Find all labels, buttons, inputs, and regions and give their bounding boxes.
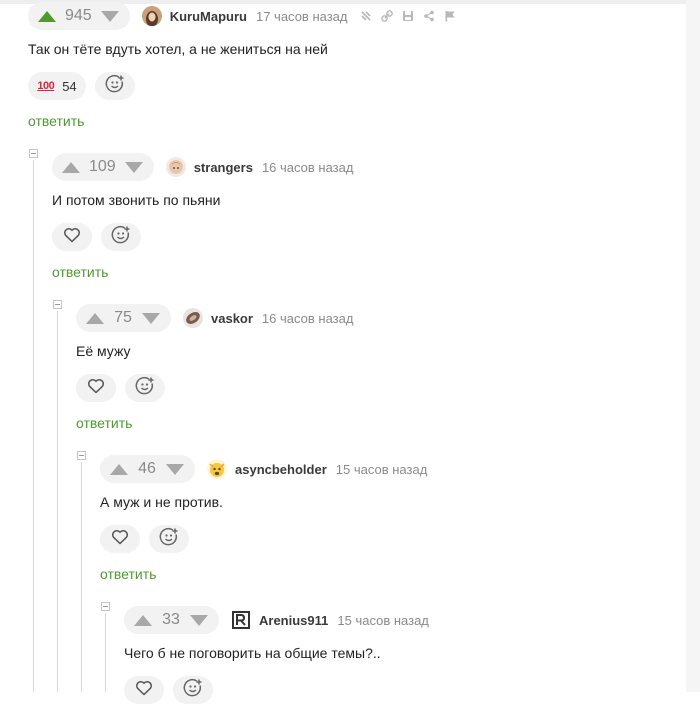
add-reaction-button[interactable] <box>125 374 165 402</box>
author-name[interactable]: Arenius911 <box>259 613 328 628</box>
upvote-icon[interactable] <box>86 312 104 324</box>
rating-count: 109 <box>89 158 116 175</box>
thread-line-4 <box>105 613 106 692</box>
smiley-plus-icon <box>135 376 155 401</box>
thread-line-1 <box>33 160 34 692</box>
smiley-plus-icon <box>105 74 125 99</box>
downvote-icon[interactable] <box>142 312 160 324</box>
author-name[interactable]: strangers <box>194 160 253 175</box>
comment-text: А муж и не против. <box>100 494 223 510</box>
heart-icon <box>111 529 129 550</box>
author-name[interactable]: KuruMapuru <box>170 9 247 24</box>
comment-header: 33 Arenius911 15 часов назад <box>124 606 429 634</box>
rating-count: 46 <box>138 460 156 477</box>
add-reaction-button[interactable] <box>149 525 189 553</box>
downvote-icon[interactable] <box>190 614 208 626</box>
like-button[interactable] <box>76 374 116 402</box>
comment-header: 945 KuruMapuru 17 часов назад <box>28 2 456 30</box>
smiley-plus-icon <box>159 527 179 552</box>
comment-tools <box>360 10 456 22</box>
rating-control: 75 <box>76 304 171 332</box>
comment-5: 33 Arenius911 15 часов назад Чего б не п… <box>124 606 429 704</box>
smiley-plus-icon <box>183 678 203 703</box>
avatar[interactable] <box>231 610 251 630</box>
branch-icon[interactable] <box>360 10 372 22</box>
downvote-icon[interactable] <box>166 463 184 475</box>
upvote-icon[interactable] <box>134 614 152 626</box>
comment-header: 75 vaskor 16 часов назад <box>76 304 353 332</box>
comment-time[interactable]: 16 часов назад <box>262 311 354 326</box>
upvote-icon[interactable] <box>38 10 56 22</box>
reply-link[interactable]: ответить <box>100 566 427 582</box>
comment-3: 75 vaskor 16 часов назад Её мужу ответит… <box>76 304 353 431</box>
save-icon[interactable] <box>402 10 414 22</box>
upvote-icon[interactable] <box>110 463 128 475</box>
collapse-button-2[interactable] <box>53 300 62 309</box>
comment-time[interactable]: 17 часов назад <box>256 9 348 24</box>
add-reaction-button[interactable] <box>95 72 135 100</box>
avatar[interactable] <box>141 6 162 26</box>
like-button[interactable] <box>100 525 140 553</box>
downvote-icon[interactable] <box>124 161 143 173</box>
rating-count: 945 <box>65 7 92 24</box>
reply-link[interactable]: ответить <box>76 415 353 431</box>
comment-actions: 100 54 <box>28 72 456 100</box>
heart-icon <box>63 227 81 248</box>
avatar[interactable] <box>183 308 203 328</box>
collapse-button-3[interactable] <box>77 451 86 460</box>
thread-line-3 <box>81 462 82 692</box>
reaction-count: 54 <box>62 78 77 94</box>
comment-actions <box>52 223 353 251</box>
hundred-points-icon: 100 <box>37 80 55 92</box>
rating-control: 945 <box>28 2 130 30</box>
downvote-icon[interactable] <box>100 10 119 22</box>
like-button[interactable] <box>52 223 92 251</box>
upvote-icon[interactable] <box>62 161 80 173</box>
comment-header: 109 strangers 16 часов назад <box>52 153 353 181</box>
collapse-button-4[interactable] <box>101 602 110 611</box>
heart-icon <box>135 680 153 701</box>
like-button[interactable] <box>124 676 164 704</box>
avatar[interactable] <box>165 157 186 177</box>
flag-icon[interactable] <box>444 10 456 22</box>
share-icon[interactable] <box>423 10 435 22</box>
rating-control: 109 <box>52 153 154 181</box>
link-icon[interactable] <box>380 10 393 22</box>
comment-1: 945 KuruMapuru 17 часов назад Так он тёт… <box>28 2 456 129</box>
comment-time[interactable]: 15 часов назад <box>336 462 428 477</box>
smiley-plus-icon <box>111 225 131 250</box>
comment-time[interactable]: 16 часов назад <box>262 160 354 175</box>
reply-link[interactable]: ответить <box>28 113 456 129</box>
reply-link[interactable]: ответить <box>52 264 353 280</box>
comment-actions <box>76 374 353 402</box>
add-reaction-button[interactable] <box>101 223 141 251</box>
rating-count: 75 <box>114 309 132 326</box>
heart-icon <box>87 378 105 399</box>
rating-count: 33 <box>162 611 180 628</box>
comment-actions <box>124 676 429 704</box>
thread-line-2 <box>57 311 58 692</box>
page-right-gutter <box>686 0 700 692</box>
collapse-button-1[interactable] <box>29 149 38 158</box>
rating-control: 33 <box>124 606 219 634</box>
comment-text: Чего б не поговорить на общие темы?.. <box>124 645 381 661</box>
comment-text: И потом звонить по пьяни <box>52 192 221 208</box>
author-name[interactable]: asyncbeholder <box>235 462 327 477</box>
author-name[interactable]: vaskor <box>211 311 253 326</box>
comment-text: Так он тёте вдуть хотел, а не жениться н… <box>28 41 328 57</box>
rating-control: 46 <box>100 455 195 483</box>
reaction-100-button[interactable]: 100 54 <box>28 72 86 100</box>
comment-4: 46 asyncbeholder 15 часов назад А муж и … <box>100 455 427 582</box>
add-reaction-button[interactable] <box>173 676 213 704</box>
comment-time[interactable]: 15 часов назад <box>337 613 429 628</box>
comment-2: 109 strangers 16 часов назад И потом зво… <box>52 153 353 280</box>
comment-actions <box>100 525 427 553</box>
avatar[interactable] <box>207 459 227 479</box>
comment-header: 46 asyncbeholder 15 часов назад <box>100 455 427 483</box>
comment-text: Её мужу <box>76 343 131 359</box>
